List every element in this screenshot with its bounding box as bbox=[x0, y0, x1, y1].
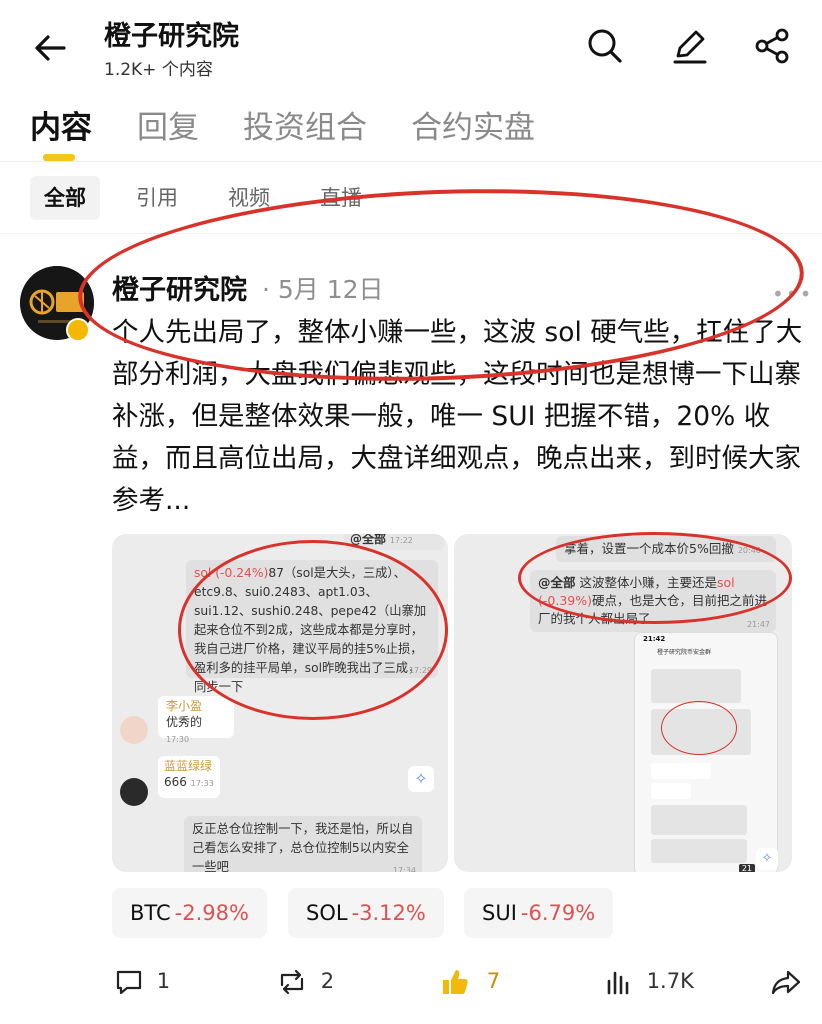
search-icon[interactable] bbox=[585, 26, 625, 66]
emoji-react-icon[interactable]: ✧ bbox=[756, 848, 778, 870]
ticker-change: -6.79% bbox=[520, 901, 596, 925]
ticker-symbol: SOL bbox=[306, 901, 348, 925]
ticker-symbol: SUI bbox=[482, 901, 517, 925]
phone-clock: 21:42 bbox=[643, 635, 666, 643]
share-icon[interactable] bbox=[752, 26, 792, 66]
filter-live[interactable]: 直播 bbox=[306, 176, 376, 220]
ticker-sui[interactable]: SUI -6.79% bbox=[464, 888, 614, 938]
repost-count: 2 bbox=[320, 969, 335, 993]
like-button[interactable]: 7 bbox=[440, 964, 500, 998]
filter-quotes[interactable]: 引用 bbox=[122, 176, 192, 220]
message-text: 666 bbox=[164, 775, 187, 789]
edit-pencil-icon[interactable] bbox=[670, 26, 710, 66]
message-text: 优秀的 bbox=[166, 715, 203, 729]
related-tickers: BTC -2.98% SOL -3.12% SUI -6.79% bbox=[0, 888, 822, 938]
repost-button[interactable]: 2 bbox=[276, 964, 334, 998]
chat-message bbox=[651, 763, 711, 779]
nested-screenshot: 21:42 橙子研究院币安金群 21 bbox=[634, 632, 778, 872]
tab-content[interactable]: 内容 bbox=[30, 102, 92, 147]
image-count-badge: 21 bbox=[738, 864, 755, 872]
chat-message: 蓝蓝绿绿 666 17:33 bbox=[158, 756, 220, 798]
chat-message: 李小盈 优秀的 17:30 bbox=[158, 696, 234, 744]
timestamp: 20:46 bbox=[737, 546, 761, 555]
chat-message bbox=[651, 839, 747, 863]
comment-icon bbox=[116, 970, 142, 995]
message-text: 87（sol是大头，三成）、etc9.8、sui0.2483、apt1.03、s… bbox=[194, 566, 427, 694]
like-count: 7 bbox=[486, 969, 501, 993]
share-arrow-icon bbox=[771, 970, 801, 995]
share-button[interactable] bbox=[770, 964, 802, 998]
chat-message: @全部 这波整体小赚，主要还是sol (-0.39%)硬点，也是大仓，目前把之前… bbox=[530, 570, 776, 632]
filter-videos[interactable]: 视频 bbox=[214, 176, 284, 220]
active-tab-indicator bbox=[43, 154, 75, 161]
timestamp: 17:30 bbox=[166, 735, 190, 744]
profile-header: 橙子研究院 1.2K+ 个内容 bbox=[0, 0, 822, 100]
bar-chart-icon bbox=[607, 971, 629, 995]
message-text: 这波整体小赚，主要还是 bbox=[575, 575, 717, 590]
message-text: 反正总仓位控制一下，我还是怕，所以自己看怎么安排了，总仓位控制5以内安全一些吧 bbox=[192, 822, 414, 872]
post-author[interactable]: 橙子研究院 bbox=[112, 268, 247, 307]
post-body[interactable]: 个人先出局了，整体小赚一些，这波 sol 硬气些，扛住了大部分利润，大盘我们偏悲… bbox=[112, 312, 808, 522]
views-stat: 1.7K bbox=[604, 964, 694, 998]
user-name: 蓝蓝绿绿 bbox=[164, 759, 213, 773]
tab-portfolio[interactable]: 投资组合 bbox=[243, 102, 367, 147]
red-annotation-oval bbox=[661, 701, 737, 755]
profile-tabs: 内容 回复 投资组合 合约实盘 bbox=[0, 96, 822, 162]
repost-icon bbox=[280, 969, 304, 995]
emoji-react-icon[interactable]: ✧ bbox=[408, 766, 434, 792]
ticker-change: -2.98% bbox=[174, 901, 249, 925]
post-image-left[interactable]: @全部 17:22 sol (-0.24%)87（sol是大头，三成）、etc9… bbox=[112, 534, 448, 872]
message-text: 拿着，设置一个成本价5%回撤 bbox=[564, 541, 734, 556]
more-options-icon[interactable]: ••• bbox=[772, 282, 813, 306]
page-title: 橙子研究院 bbox=[104, 21, 239, 52]
view-count: 1.7K bbox=[646, 969, 694, 993]
timestamp: 17:33 bbox=[190, 779, 214, 788]
comment-count: 1 bbox=[156, 969, 171, 993]
post-date: · 5月 12日 bbox=[262, 275, 384, 304]
ticker-change: -3.12% bbox=[351, 901, 426, 925]
chat-message: 反正总仓位控制一下，我还是怕，所以自己看怎么安排了，总仓位控制5以内安全一些吧 … bbox=[184, 816, 422, 872]
mention-text: @全部 bbox=[350, 534, 387, 546]
timestamp: 17:34 bbox=[392, 866, 416, 872]
ticker-sol[interactable]: SOL -3.12% bbox=[288, 888, 444, 938]
content-count: 1.2K+ 个内容 bbox=[104, 60, 213, 80]
back-arrow-icon[interactable] bbox=[30, 28, 70, 68]
tab-replies[interactable]: 回复 bbox=[137, 102, 199, 147]
ticker-btc[interactable]: BTC -2.98% bbox=[112, 888, 267, 938]
chat-message bbox=[651, 669, 741, 703]
phone-chat-title: 橙子研究院币安金群 bbox=[657, 649, 712, 656]
user-name: 李小盈 bbox=[166, 699, 203, 713]
chat-message: 拿着，设置一个成本价5%回撤 20:46 bbox=[556, 536, 776, 562]
sol-ticker: sol (-0.24%) bbox=[194, 566, 269, 580]
verified-badge bbox=[66, 318, 90, 342]
chat-message bbox=[651, 783, 691, 799]
filter-all[interactable]: 全部 bbox=[30, 176, 100, 220]
avatar bbox=[120, 778, 148, 806]
avatar bbox=[120, 716, 148, 744]
comment-button[interactable]: 1 bbox=[114, 964, 170, 998]
post-action-bar: 1 2 7 1.7K bbox=[0, 960, 822, 1004]
post-image-right[interactable]: 拿着，设置一个成本价5%回撤 20:46 @全部 这波整体小赚，主要还是sol … bbox=[454, 534, 792, 872]
timestamp: 17:22 bbox=[389, 536, 413, 545]
ticker-symbol: BTC bbox=[130, 901, 171, 925]
tab-futures[interactable]: 合约实盘 bbox=[411, 102, 535, 147]
mention-text: @全部 bbox=[538, 575, 576, 590]
thumbs-up-icon bbox=[443, 970, 468, 994]
filter-bar: 全部 引用 视频 直播 bbox=[0, 162, 822, 234]
timestamp: 17:29 bbox=[408, 666, 432, 675]
chat-message bbox=[651, 805, 747, 835]
chat-message: sol (-0.24%)87（sol是大头，三成）、etc9.8、sui0.24… bbox=[186, 560, 438, 694]
mention-bubble: @全部 17:22 bbox=[344, 534, 444, 550]
